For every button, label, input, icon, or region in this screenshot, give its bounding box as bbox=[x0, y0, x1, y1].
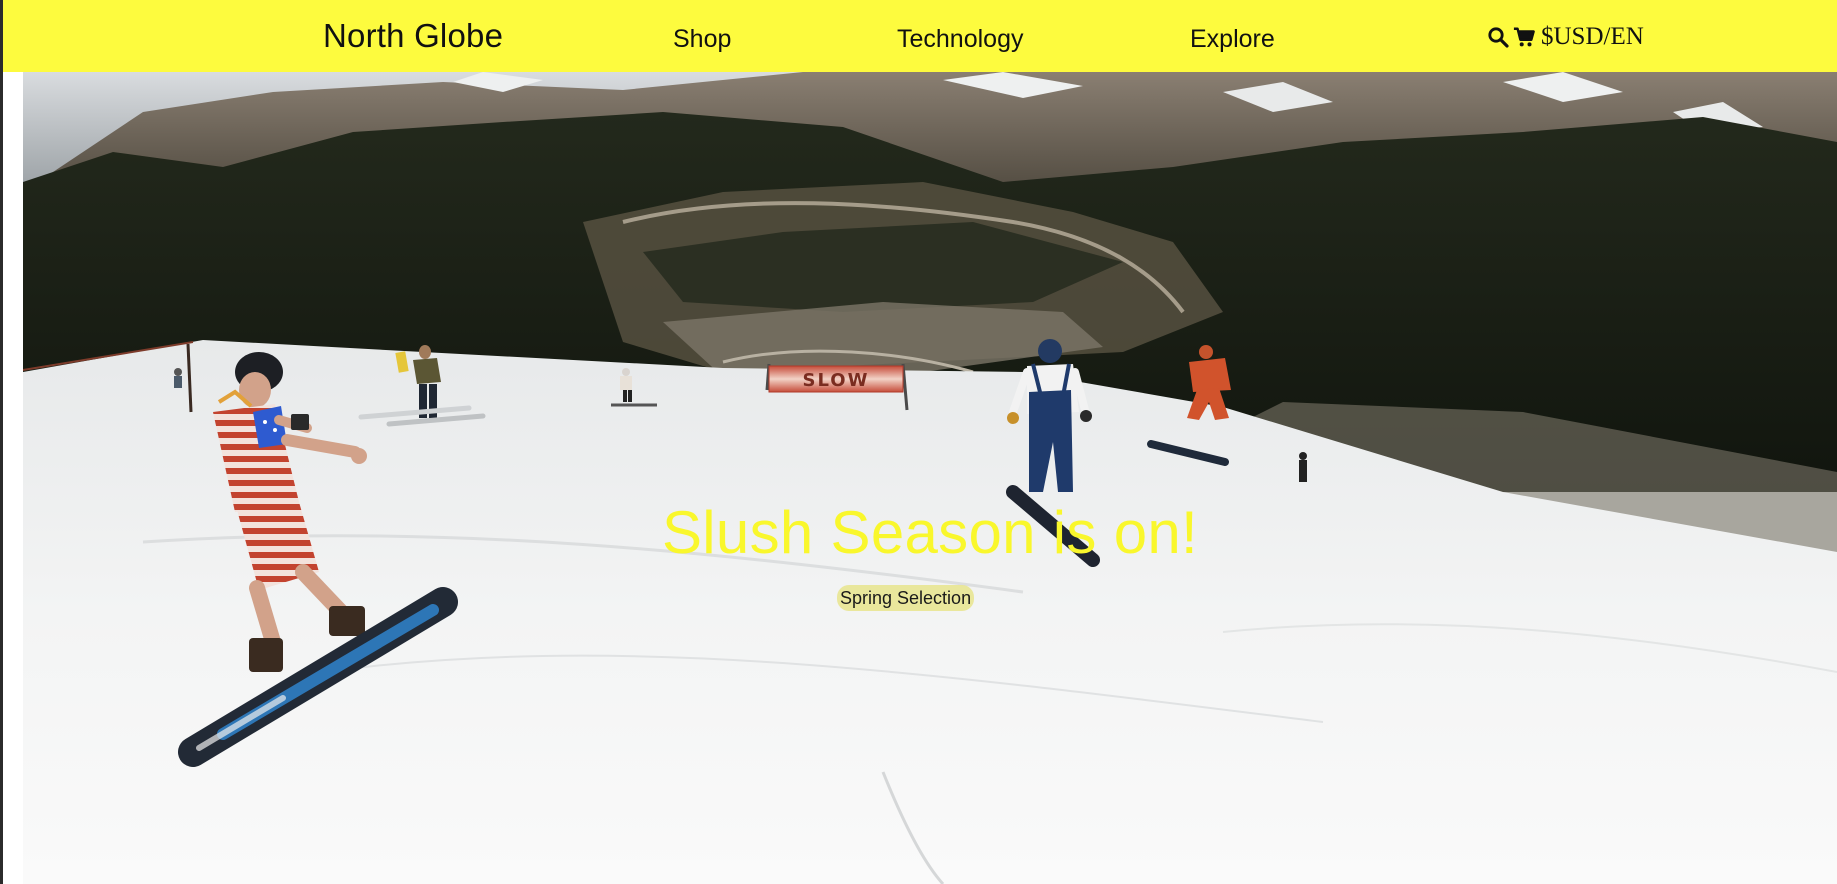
brand-logo-text[interactable]: North Globe bbox=[323, 17, 503, 55]
cart-icon[interactable] bbox=[1513, 25, 1535, 49]
page: North Globe Shop Technology Explore $USD… bbox=[0, 0, 1837, 884]
search-icon[interactable] bbox=[1487, 25, 1509, 49]
nav-link-shop[interactable]: Shop bbox=[673, 25, 731, 54]
hero-title: Slush Season is on! bbox=[661, 499, 1199, 566]
currency-language-selector[interactable]: $USD/EN bbox=[1541, 23, 1644, 51]
hero-banner: SLOW Slush Season is on! Spring Selectio… bbox=[23, 72, 1837, 884]
hero-background-image: SLOW bbox=[23, 72, 1837, 884]
top-navigation-bar: North Globe Shop Technology Explore $USD… bbox=[3, 0, 1837, 72]
nav-link-explore[interactable]: Explore bbox=[1190, 25, 1275, 54]
spring-selection-button[interactable]: Spring Selection bbox=[837, 585, 975, 611]
nav-link-technology[interactable]: Technology bbox=[897, 25, 1023, 54]
window-left-edge bbox=[0, 0, 3, 884]
header-tools: $USD/EN bbox=[1487, 23, 1644, 51]
slow-sign-text: SLOW bbox=[803, 370, 870, 391]
